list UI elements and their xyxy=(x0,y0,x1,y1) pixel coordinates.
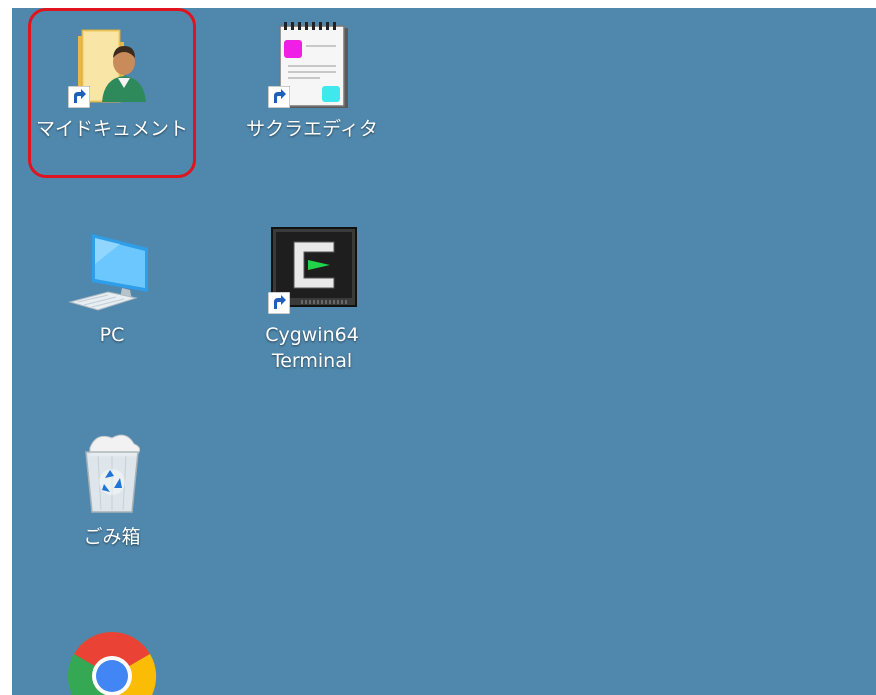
computer-monitor-icon xyxy=(64,224,160,320)
desktop-icon-cygwin-terminal[interactable]: Cygwin64 Terminal xyxy=(232,224,392,374)
desktop-icon-my-documents[interactable]: マイドキュメント xyxy=(32,18,192,142)
desktop-icon-label: サクラエディタ xyxy=(246,118,378,140)
shortcut-arrow-icon xyxy=(68,86,90,108)
desktop-icon-label: PC xyxy=(99,324,125,346)
cygwin-terminal-icon xyxy=(264,224,360,320)
desktop[interactable]: マイドキュメント サクラエディタ PC Cygwin64 Terminal ごみ… xyxy=(12,8,876,695)
desktop-icon-chrome[interactable] xyxy=(32,620,192,695)
desktop-icon-label: ごみ箱 xyxy=(83,526,141,548)
chrome-icon xyxy=(64,620,160,695)
desktop-icon-recycle-bin[interactable]: ごみ箱 xyxy=(32,426,192,550)
desktop-icon-pc[interactable]: PC xyxy=(32,224,192,348)
desktop-icon-label: Cygwin64 Terminal xyxy=(265,324,359,372)
sakura-editor-icon xyxy=(264,18,360,114)
shortcut-arrow-icon xyxy=(268,86,290,108)
shortcut-arrow-icon xyxy=(268,292,290,314)
documents-folder-icon xyxy=(64,18,160,114)
recycle-bin-icon xyxy=(64,426,160,522)
desktop-icon-sakura-editor[interactable]: サクラエディタ xyxy=(232,18,392,142)
desktop-icon-label: マイドキュメント xyxy=(35,118,188,140)
